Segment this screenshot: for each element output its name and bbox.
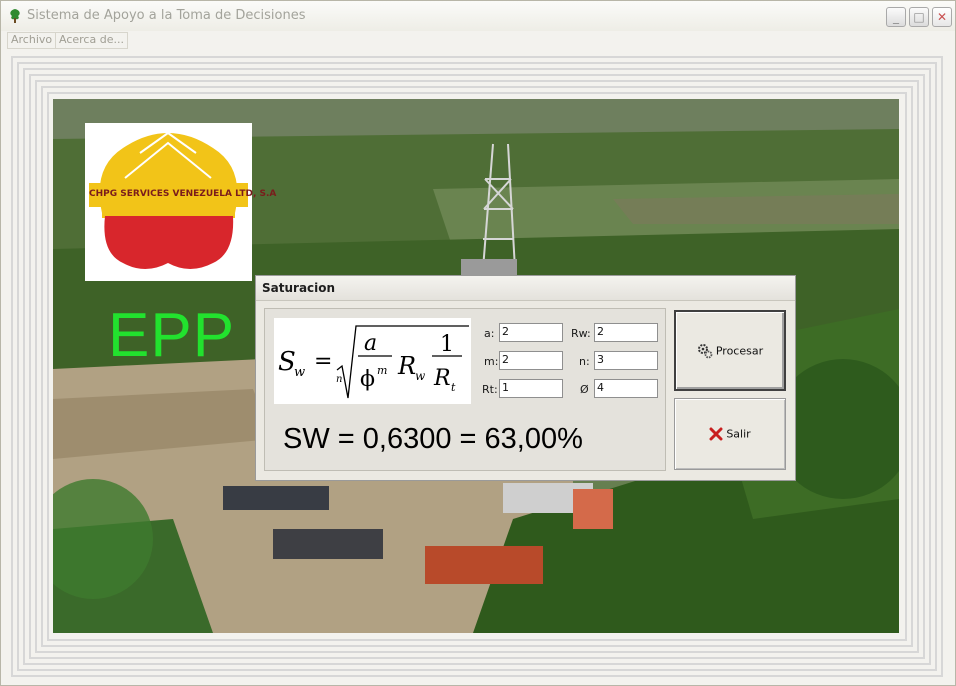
maximize-button[interactable]: □ bbox=[909, 7, 929, 27]
label-rt: Rt: bbox=[482, 383, 498, 396]
svg-text:1: 1 bbox=[440, 332, 454, 357]
close-button[interactable]: ✕ bbox=[932, 7, 952, 27]
salir-button[interactable]: Salir bbox=[674, 398, 786, 470]
input-n[interactable]: 3 bbox=[594, 351, 658, 370]
close-icon: ✕ bbox=[936, 10, 948, 24]
saturation-dialog: Saturacion S w = n a ϕ m R w 1 R t a: 2 … bbox=[255, 275, 796, 481]
svg-text:w: w bbox=[294, 365, 305, 380]
label-m: m: bbox=[484, 355, 499, 368]
input-a[interactable]: 2 bbox=[499, 323, 563, 342]
minimize-icon: _ bbox=[893, 10, 899, 24]
saturation-formula: S w = n a ϕ m R w 1 R t bbox=[274, 318, 471, 404]
salir-label: Salir bbox=[726, 427, 751, 441]
svg-text:R: R bbox=[397, 352, 416, 380]
svg-text:ϕ: ϕ bbox=[360, 367, 375, 392]
logo-text: CHPG SERVICES VENEZUELA LTD, S.A bbox=[89, 189, 277, 199]
title-bar[interactable]: Sistema de Apoyo a la Toma de Decisiones… bbox=[1, 1, 955, 31]
menu-acerca-de[interactable]: Acerca de... bbox=[55, 32, 128, 49]
label-rw: Rw: bbox=[571, 327, 591, 340]
input-rw[interactable]: 2 bbox=[594, 323, 658, 342]
input-phi[interactable]: 4 bbox=[594, 379, 658, 398]
procesar-button[interactable]: Procesar bbox=[674, 310, 786, 391]
dialog-title: Saturacion bbox=[262, 281, 336, 295]
svg-text:a: a bbox=[364, 331, 377, 356]
input-m[interactable]: 2 bbox=[499, 351, 563, 370]
minimize-button[interactable]: _ bbox=[886, 7, 906, 27]
label-phi: Ø bbox=[580, 383, 589, 396]
svg-text:=: = bbox=[314, 349, 332, 374]
svg-text:t: t bbox=[451, 381, 456, 394]
gears-icon bbox=[697, 343, 713, 358]
tree-icon bbox=[10, 9, 20, 23]
label-a: a: bbox=[484, 327, 495, 340]
company-logo: CHPG SERVICES VENEZUELA LTD, S.A bbox=[85, 123, 277, 281]
svg-text:m: m bbox=[377, 364, 387, 377]
svg-text:w: w bbox=[415, 369, 426, 383]
input-group: S w = n a ϕ m R w 1 R t a: 2 Rw: 2 m: 2 … bbox=[264, 308, 666, 471]
window-title: Sistema de Apoyo a la Toma de Decisiones bbox=[27, 8, 306, 23]
menu-bar: Archivo Acerca de... bbox=[1, 31, 955, 49]
menu-archivo[interactable]: Archivo bbox=[7, 32, 57, 49]
result-text: SW = 0,6300 = 63,00% bbox=[283, 423, 583, 455]
input-rt[interactable]: 1 bbox=[499, 379, 563, 398]
svg-text:R: R bbox=[433, 366, 451, 391]
brand-label: EPP bbox=[108, 301, 236, 370]
procesar-label: Procesar bbox=[715, 344, 764, 357]
dialog-title-bar[interactable]: Saturacion bbox=[256, 276, 795, 301]
svg-text:n: n bbox=[336, 374, 342, 385]
maximize-icon: □ bbox=[913, 10, 925, 24]
x-icon bbox=[709, 427, 723, 441]
label-n: n: bbox=[579, 355, 590, 368]
